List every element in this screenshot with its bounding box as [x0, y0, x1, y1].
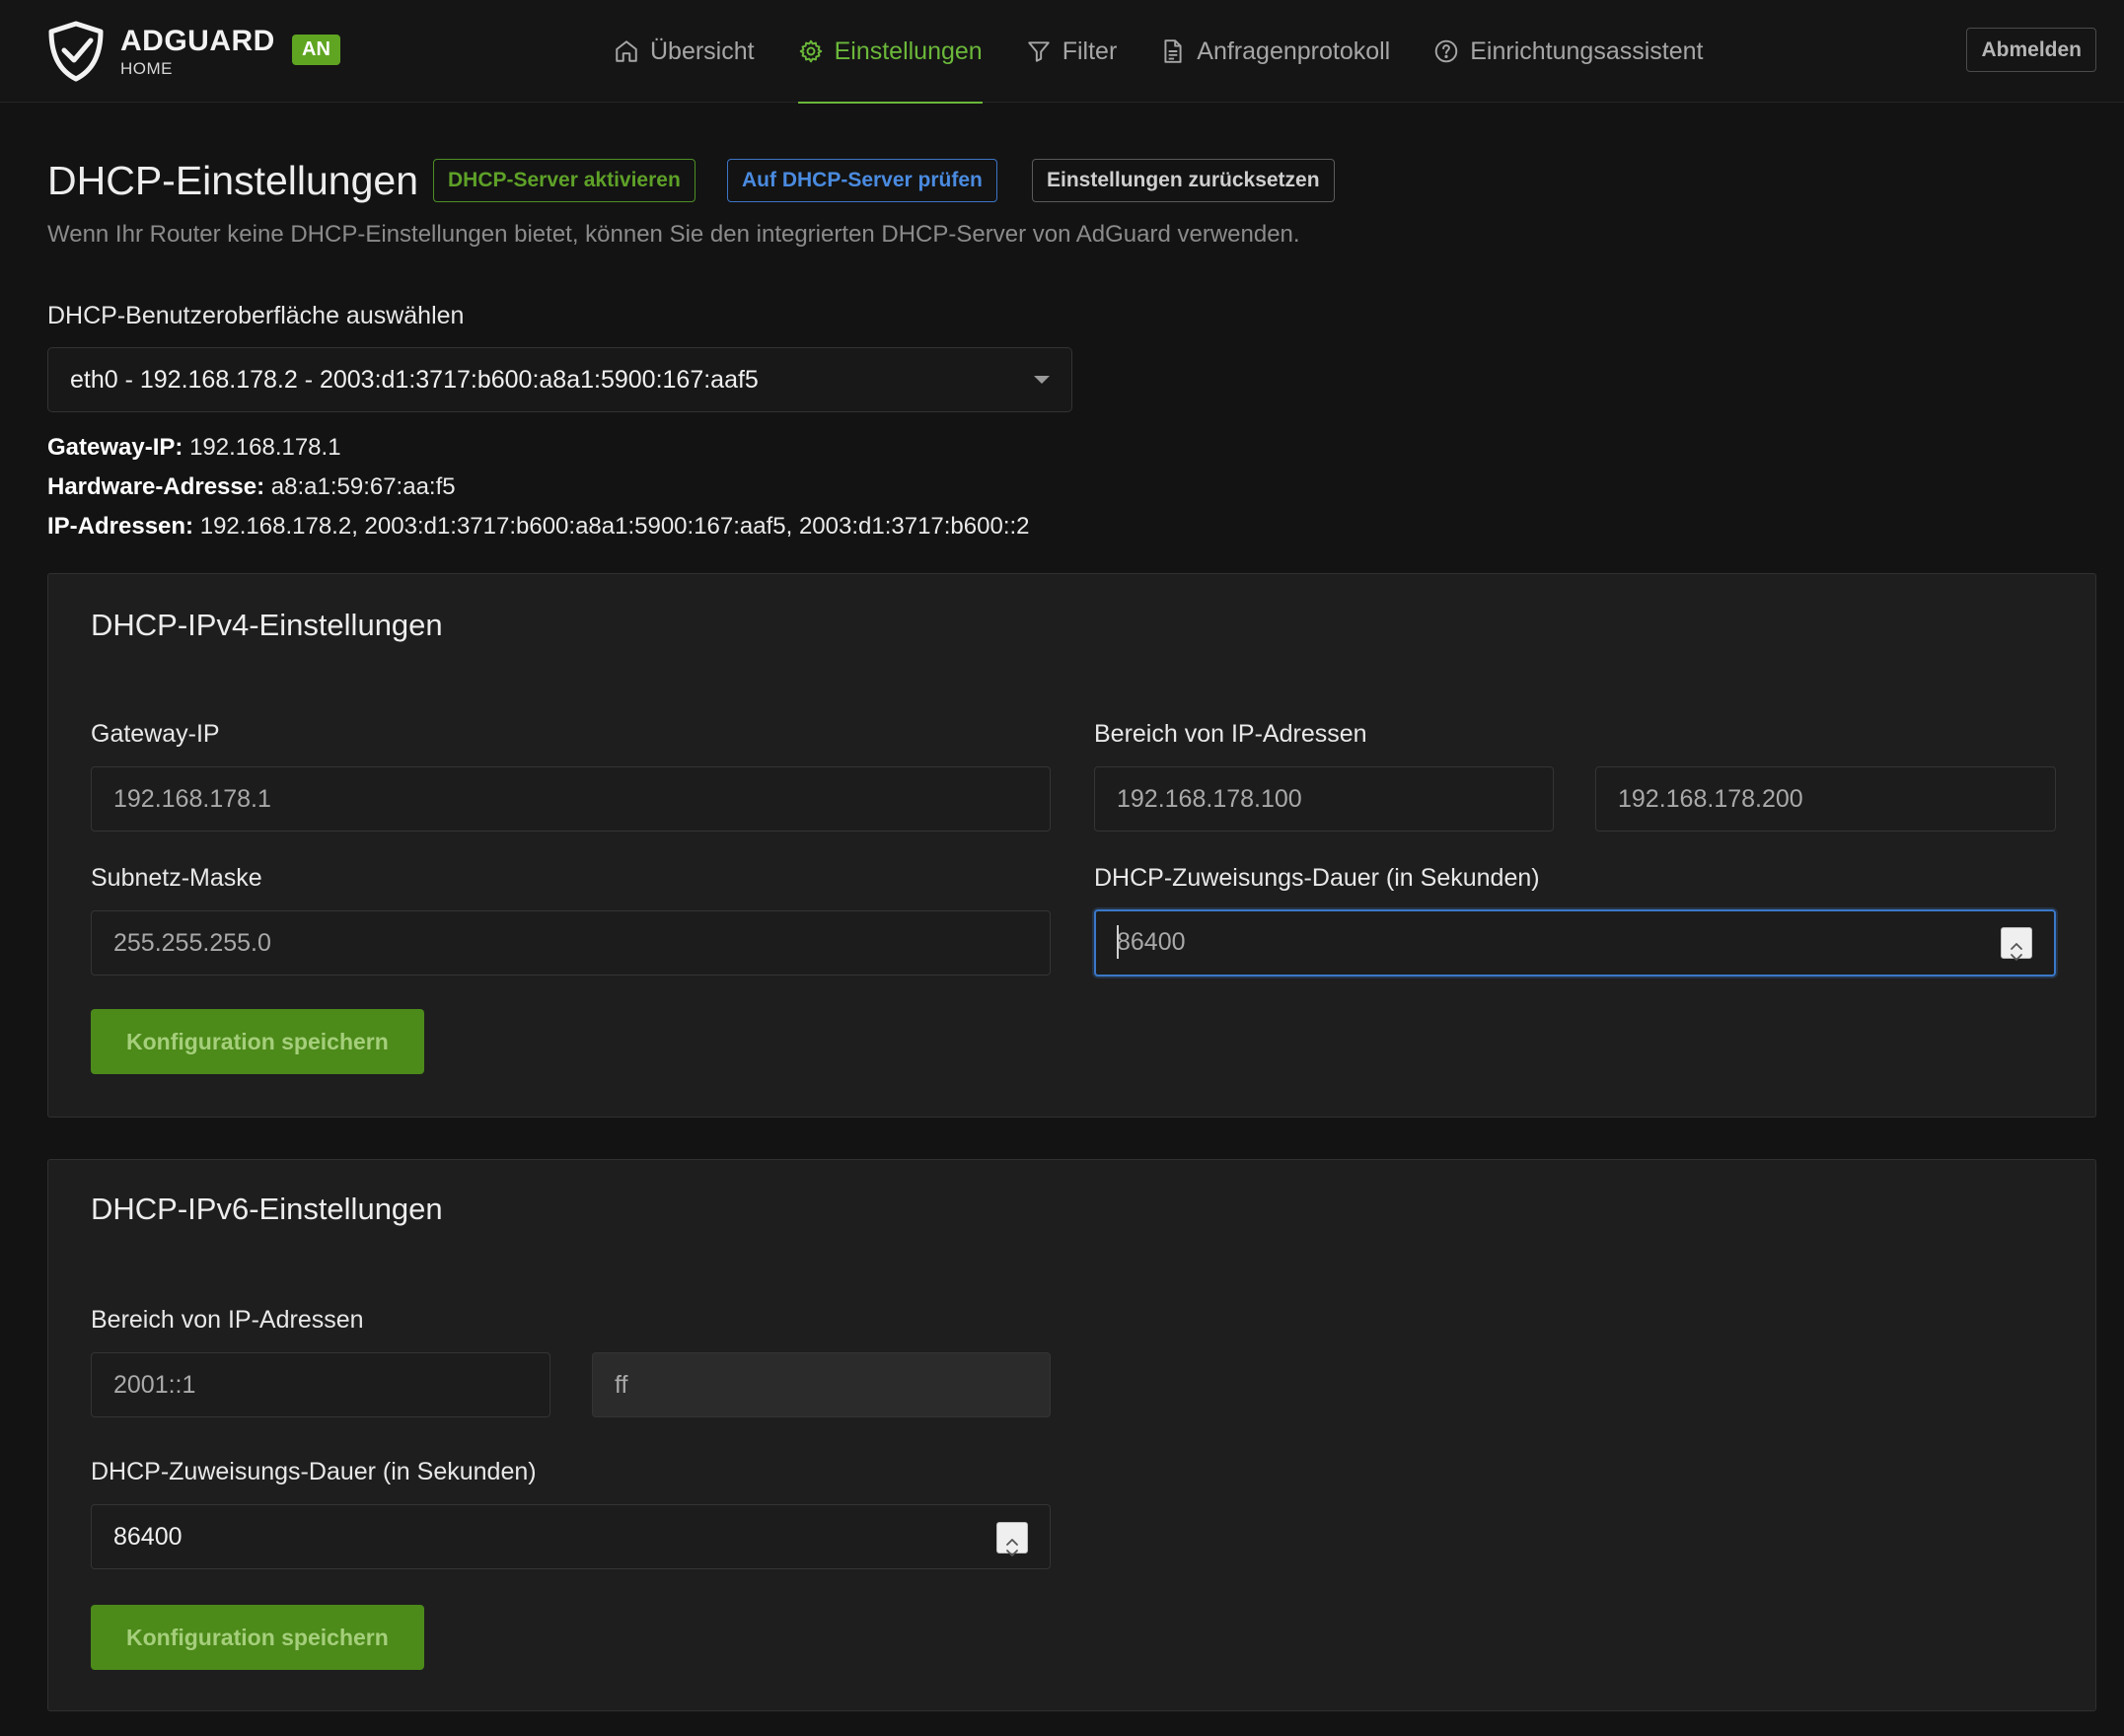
logo-sub-text: HOME [120, 58, 173, 78]
adguard-logo[interactable]: ADGUARD HOME [47, 20, 275, 83]
page-title: DHCP-Einstellungen [47, 158, 419, 203]
ipv6-lease-duration-value: 86400 [113, 1523, 183, 1551]
nav-item-overview[interactable]: Übersicht [592, 0, 776, 103]
ipv6-settings-card: DHCP-IPv6-Einstellungen Bereich von IP-A… [47, 1159, 2096, 1711]
ipv4-gateway-label: Gateway-IP [91, 720, 220, 748]
filter-icon [1027, 41, 1050, 62]
number-spinner[interactable] [2001, 927, 2032, 961]
document-icon [1164, 39, 1182, 63]
interface-select[interactable]: eth0 - 192.168.178.2 - 2003:d1:3717:b600… [47, 347, 1072, 412]
ipv4-settings-card: DHCP-IPv4-Einstellungen Gateway-IP 192.1… [47, 573, 2096, 1118]
spinner-arrows-icon [1006, 1539, 1018, 1556]
nav-item-label: Einstellungen [834, 36, 983, 65]
ipv6-lease-duration-input[interactable]: 86400 [91, 1504, 1051, 1569]
ipv6-save-config-button[interactable]: Konfiguration speichern [91, 1605, 424, 1670]
main-nav: Übersicht Einstellungen Filter Anfragenp… [592, 0, 1724, 104]
caret-down-icon [1034, 376, 1050, 384]
ipv4-range-end-input[interactable]: 192.168.178.200 [1595, 766, 2056, 832]
logo-brand-text: ADGUARD [120, 24, 275, 57]
hardware-address-label: Hardware-Adresse: [47, 473, 265, 500]
nav-item-filter[interactable]: Filter [1004, 0, 1139, 103]
ipv4-lease-duration-label: DHCP-Zuweisungs-Dauer (in Sekunden) [1094, 864, 1540, 892]
ipv4-card-title: DHCP-IPv4-Einstellungen [91, 608, 443, 642]
help-circle-icon [1434, 39, 1458, 63]
ipv4-save-config-button[interactable]: Konfiguration speichern [91, 1009, 424, 1074]
home-icon [616, 40, 637, 62]
ip-addresses-label: IP-Adressen: [47, 513, 194, 540]
nav-item-setup-guide[interactable]: Einrichtungsassistent [1412, 0, 1724, 103]
gateway-info-value: 192.168.178.1 [189, 434, 341, 461]
ipv6-range-start-input[interactable]: 2001::1 [91, 1352, 550, 1417]
reset-settings-button[interactable]: Einstellungen zurücksetzen [1032, 159, 1335, 202]
ipv4-range-label: Bereich von IP-Adressen [1094, 720, 1367, 748]
nav-item-query-log[interactable]: Anfragenprotokoll [1138, 0, 1412, 103]
ip-addresses-value: 192.168.178.2, 2003:d1:3717:b600:a8a1:59… [199, 513, 1030, 540]
check-dhcp-button[interactable]: Auf DHCP-Server prüfen [727, 159, 997, 202]
gateway-info: Gateway-IP: 192.168.178.1 [47, 434, 341, 462]
gateway-info-label: Gateway-IP: [47, 434, 183, 461]
ipv4-range-start-input[interactable]: 192.168.178.100 [1094, 766, 1554, 832]
ipv4-lease-duration-input[interactable]: 86400 [1094, 909, 2056, 976]
ipv4-subnet-mask-input[interactable]: 255.255.255.0 [91, 910, 1051, 976]
hardware-address-value: a8:a1:59:67:aa:f5 [270, 473, 456, 500]
ipv6-range-label: Bereich von IP-Adressen [91, 1306, 364, 1334]
page-subtitle: Wenn Ihr Router keine DHCP-Einstellungen… [47, 221, 1300, 248]
ipv4-lease-duration-value: 86400 [1117, 928, 1186, 956]
protection-status-badge: AN [292, 35, 340, 65]
gear-icon [799, 39, 822, 63]
ipv6-card-title: DHCP-IPv6-Einstellungen [91, 1192, 443, 1226]
nav-item-label: Anfragenprotokoll [1197, 36, 1391, 65]
spinner-arrows-icon [2011, 943, 2022, 961]
activate-dhcp-button[interactable]: DHCP-Server aktivieren [433, 159, 696, 202]
ipv6-range-end-input[interactable]: ff [592, 1352, 1051, 1417]
interface-select-label: DHCP-Benutzeroberfläche auswählen [47, 302, 465, 329]
ipv6-lease-duration-label: DHCP-Zuweisungs-Dauer (in Sekunden) [91, 1458, 537, 1485]
ip-addresses-info: IP-Adressen: 192.168.178.2, 2003:d1:3717… [47, 513, 1030, 541]
nav-item-label: Filter [1062, 36, 1118, 65]
nav-item-settings[interactable]: Einstellungen [776, 0, 1004, 104]
nav-item-label: Einrichtungsassistent [1470, 36, 1704, 65]
interface-select-value: eth0 - 192.168.178.2 - 2003:d1:3717:b600… [70, 366, 759, 394]
ipv4-subnet-mask-label: Subnetz-Maske [91, 864, 262, 892]
top-navbar: ADGUARD HOME AN Übersicht Einstellungen … [0, 0, 2124, 104]
ipv4-gateway-input[interactable]: 192.168.178.1 [91, 766, 1051, 832]
shield-check-icon [48, 21, 104, 82]
text-cursor [1117, 925, 1119, 959]
hardware-address-info: Hardware-Adresse: a8:a1:59:67:aa:f5 [47, 473, 456, 501]
logout-button[interactable]: Abmelden [1966, 28, 2096, 72]
number-spinner[interactable] [996, 1522, 1028, 1556]
nav-item-label: Übersicht [650, 36, 755, 65]
